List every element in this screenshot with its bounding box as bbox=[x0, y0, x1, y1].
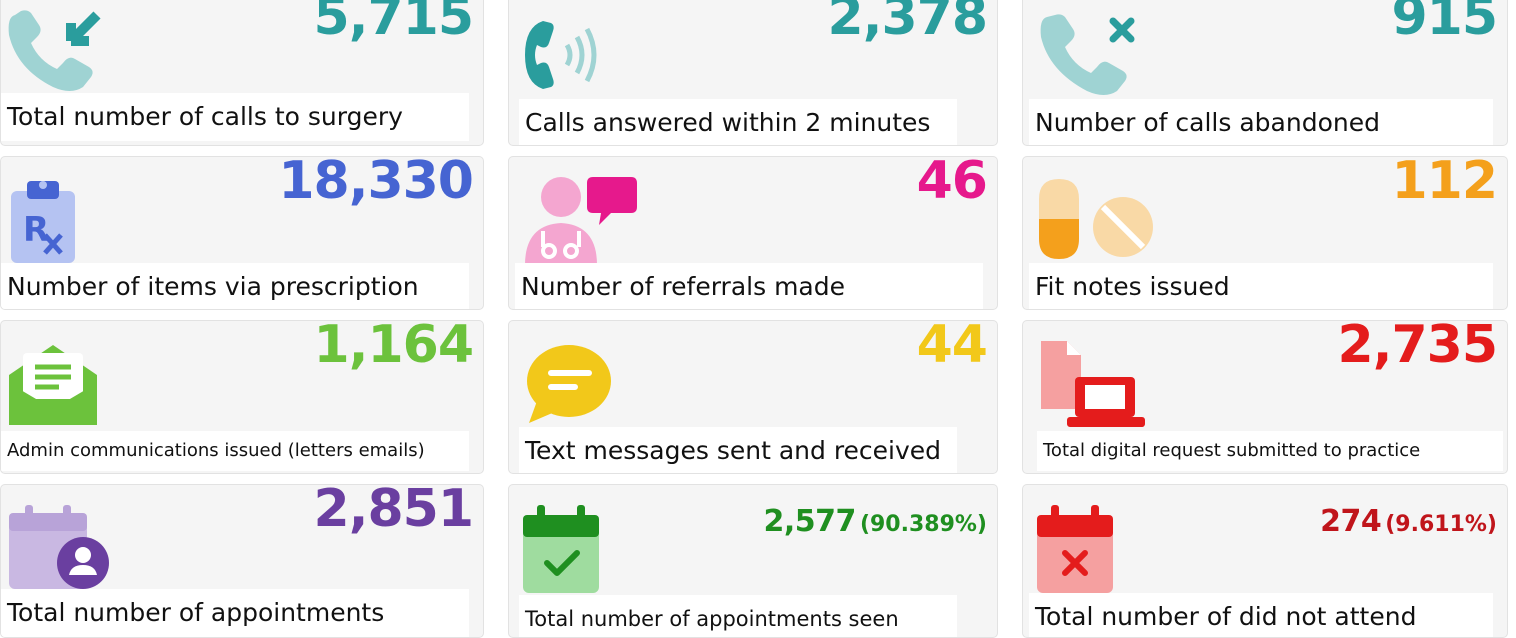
stat-number: 274 bbox=[1320, 504, 1382, 539]
document-laptop-icon bbox=[1037, 339, 1149, 429]
stat-card-total-appointments: 2,851 Total number of appointments bbox=[0, 484, 484, 638]
calendar-cross-icon bbox=[1037, 503, 1117, 595]
stat-label: Fit notes issued bbox=[1029, 263, 1493, 309]
stat-label: Total digital request submitted to pract… bbox=[1037, 431, 1503, 471]
stat-card-calls-abandoned: 915 Number of calls abandoned bbox=[1022, 0, 1508, 146]
stat-value: 5,715 bbox=[313, 0, 474, 47]
doctor-chat-icon bbox=[521, 173, 651, 265]
stat-label: Number of items via prescription bbox=[1, 263, 469, 309]
stat-value: 915 bbox=[1391, 0, 1498, 47]
stat-label: Calls answered within 2 minutes bbox=[519, 99, 957, 145]
stat-label: Total number of calls to surgery bbox=[1, 93, 469, 141]
stat-card-admin-comms: 1,164 Admin communications issued (lette… bbox=[0, 320, 484, 474]
stat-value: 18,330 bbox=[278, 156, 474, 211]
missed-call-icon bbox=[1037, 7, 1147, 99]
stat-label: Total number of did not attend bbox=[1029, 593, 1493, 637]
stat-card-text-messages: 44 Text messages sent and received bbox=[508, 320, 998, 474]
stat-card-did-not-attend: 274 (9.611%) Total number of did not atte… bbox=[1022, 484, 1508, 638]
incoming-call-icon bbox=[5, 7, 105, 95]
chat-bubble-icon bbox=[523, 341, 615, 425]
stat-label: Admin communications issued (letters ema… bbox=[1, 431, 469, 471]
stat-card-prescriptions: R 18,330 Number of items via prescriptio… bbox=[0, 156, 484, 310]
stat-value: 1,164 bbox=[313, 320, 474, 375]
stat-card-total-calls: 5,715 Total number of calls to surgery bbox=[0, 0, 484, 146]
stat-value: 2,577 (90.389%) bbox=[764, 505, 987, 538]
stat-label: Number of referrals made bbox=[515, 263, 983, 309]
stat-percentage: (9.611%) bbox=[1385, 512, 1497, 537]
prescription-clipboard-icon: R bbox=[11, 177, 81, 267]
pills-icon bbox=[1039, 179, 1159, 261]
stat-card-calls-answered: 2,378 Calls answered within 2 minutes bbox=[508, 0, 998, 146]
stat-value: 2,851 bbox=[313, 484, 474, 539]
envelope-letter-icon bbox=[9, 339, 99, 429]
stat-value: 2,735 bbox=[1337, 320, 1498, 375]
stat-card-digital-requests: 2,735 Total digital request submitted to… bbox=[1022, 320, 1508, 474]
stat-label: Text messages sent and received bbox=[519, 427, 957, 473]
stat-value: 112 bbox=[1391, 156, 1498, 211]
stat-label: Number of calls abandoned bbox=[1029, 99, 1493, 145]
stat-number: 2,577 bbox=[763, 504, 857, 539]
stat-value: 44 bbox=[916, 320, 988, 375]
stat-card-fit-notes: 112 Fit notes issued bbox=[1022, 156, 1508, 310]
stat-card-appointments-seen: 2,577 (90.389%) Total number of appointme… bbox=[508, 484, 998, 638]
ringing-phone-icon bbox=[519, 15, 619, 95]
calendar-check-icon bbox=[523, 503, 603, 595]
stat-value: 2,378 bbox=[827, 0, 988, 47]
stat-value: 46 bbox=[916, 156, 988, 211]
stat-value: 274 (9.611%) bbox=[1320, 505, 1497, 538]
stat-label: Total number of appointments seen bbox=[519, 595, 957, 637]
svg-text:R: R bbox=[23, 210, 49, 250]
calendar-user-icon bbox=[9, 503, 113, 593]
stat-card-referrals: 46 Number of referrals made bbox=[508, 156, 998, 310]
stat-percentage: (90.389%) bbox=[859, 512, 987, 537]
stat-label: Total number of appointments bbox=[1, 589, 469, 637]
